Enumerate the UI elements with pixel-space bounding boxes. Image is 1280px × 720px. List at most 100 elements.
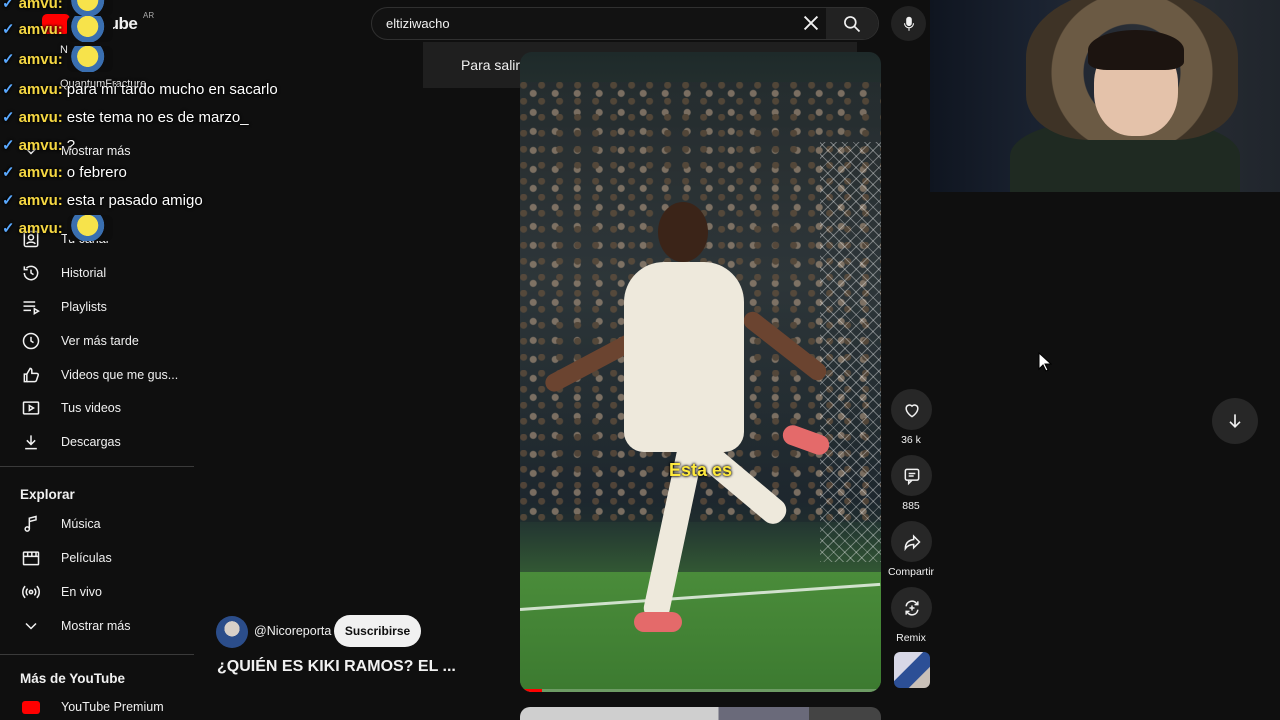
like-button[interactable]	[891, 389, 932, 430]
video-icon	[20, 397, 42, 419]
chat-message: ✓ amvu: esta r pasado amigo	[2, 189, 203, 211]
video-player-figure	[634, 612, 682, 632]
sidebar-item-ver-mas-tarde[interactable]: Ver más tarde	[0, 324, 194, 358]
chat-username: amvu:	[18, 50, 63, 68]
chat-message: ✓ amvu:	[2, 46, 113, 72]
sidebar-item-label: Descargas	[61, 435, 121, 449]
video-pitch	[520, 572, 881, 692]
sidebar-item-label: YouTube Premium	[61, 700, 164, 714]
chat-username: amvu:	[18, 20, 63, 38]
sidebar-heading-more-youtube: Más de YouTube	[20, 671, 126, 686]
chat-message: ✓ amvu: o febrero	[2, 161, 127, 183]
sidebar-item-label: Videos que me gus...	[61, 368, 179, 382]
video-caption: Esta es	[668, 460, 733, 480]
streamer-webcam	[930, 0, 1280, 192]
video-title[interactable]: ¿QUIÉN ES KIKI RAMOS? EL ...	[217, 658, 456, 676]
sidebar-item-en-vivo[interactable]: En vivo	[0, 575, 194, 609]
search-button[interactable]	[826, 8, 878, 39]
arrow-down-icon	[1229, 414, 1241, 429]
sidebar-item-musica[interactable]: Música	[0, 507, 194, 541]
sidebar-item-label: Historial	[61, 266, 107, 280]
comment-icon	[904, 468, 919, 485]
channel-handle[interactable]: @Nicoreporta	[254, 624, 331, 638]
sidebar-item-label: Música	[61, 517, 101, 531]
microphone-icon	[903, 16, 914, 31]
share-button[interactable]	[891, 521, 932, 562]
emote-icon	[66, 0, 113, 16]
emote-icon	[66, 16, 113, 42]
chat-text: o febrero	[66, 163, 127, 181]
verified-check-icon: ✓	[2, 0, 15, 12]
search-input[interactable]: eltiziwacho	[386, 16, 450, 31]
verified-check-icon: ✓	[2, 81, 15, 98]
sidebar-item-peliculas[interactable]: Películas	[0, 541, 194, 575]
voice-search-button[interactable]	[891, 6, 926, 41]
chat-username: amvu:	[18, 163, 63, 181]
sidebar-heading-explore: Explorar	[20, 487, 75, 502]
sidebar-item-mostrar-mas[interactable]: Mostrar más	[0, 609, 194, 643]
sidebar-item-label: Playlists	[61, 300, 107, 314]
shorts-video-player[interactable]: Esta es	[520, 52, 881, 692]
remix-label: Remix	[896, 632, 926, 644]
emote-icon	[66, 46, 113, 72]
clapperboard-icon	[20, 547, 42, 569]
clock-icon	[20, 330, 42, 352]
sidebar-item-playlists[interactable]: Playlists	[0, 290, 194, 324]
chat-message: ✓ amvu:	[2, 215, 113, 241]
verified-check-icon: ✓	[2, 51, 15, 68]
remix-button[interactable]	[891, 587, 932, 628]
chevron-down-icon	[20, 615, 42, 637]
heart-icon	[904, 403, 919, 418]
verified-check-icon: ✓	[2, 164, 15, 181]
like-count: 36 k	[901, 434, 921, 446]
chat-username: amvu:	[18, 0, 63, 12]
video-goal-net	[820, 142, 881, 562]
chat-message: ✓ amvu: ?	[2, 134, 75, 156]
verified-check-icon: ✓	[2, 192, 15, 209]
close-icon[interactable]	[800, 12, 822, 34]
music-icon	[20, 513, 42, 535]
sidebar-item-label: En vivo	[61, 585, 102, 599]
verified-check-icon: ✓	[2, 21, 15, 38]
video-progress-bar[interactable]	[520, 689, 881, 692]
chat-message: ✓ amvu: para mi tardo mucho en sacarlo	[2, 78, 278, 100]
youtube-premium-icon	[20, 696, 42, 718]
sidebar-item-liked-videos[interactable]: Videos que me gus...	[0, 358, 194, 392]
sidebar-item-label: Ver más tarde	[61, 334, 139, 348]
chat-text: este tema no es de marzo_	[66, 108, 249, 126]
sidebar-divider	[0, 654, 194, 655]
thumbs-up-icon	[20, 364, 42, 386]
live-icon	[20, 581, 42, 603]
chat-overlay: ✓ amvu: ✓ amvu: ✓ amvu: ✓ amvu: para mi …	[0, 0, 330, 241]
subscribe-button[interactable]: Suscribirse	[334, 615, 421, 647]
verified-check-icon: ✓	[2, 109, 15, 126]
chat-username: amvu:	[18, 219, 63, 237]
chat-text: ?	[66, 136, 76, 154]
chat-username: amvu:	[18, 108, 63, 126]
playlist-icon	[20, 296, 42, 318]
next-short-thumbnail[interactable]	[520, 707, 881, 720]
sound-source-thumbnail[interactable]	[894, 652, 930, 688]
video-player-figure	[624, 262, 744, 452]
sidebar-item-historial[interactable]: Historial	[0, 256, 194, 290]
verified-check-icon: ✓	[2, 220, 15, 237]
comment-count: 885	[902, 500, 920, 512]
webcam-figure	[1088, 30, 1184, 70]
sidebar-item-label: Películas	[61, 551, 112, 565]
sidebar-item-descargas[interactable]: Descargas	[0, 425, 194, 459]
sidebar-item-youtube-premium[interactable]: YouTube Premium	[0, 690, 194, 720]
chat-message: ✓ amvu: este tema no es de marzo_	[2, 106, 249, 128]
video-player-figure	[658, 202, 708, 262]
remix-icon	[904, 600, 919, 615]
chat-text: para mi tardo mucho en sacarlo	[66, 80, 278, 98]
sidebar-item-label: Mostrar más	[61, 619, 131, 633]
sidebar-item-tus-videos[interactable]: Tus videos	[0, 391, 194, 425]
emote-icon	[66, 215, 113, 241]
share-icon	[904, 533, 921, 551]
channel-avatar[interactable]	[216, 616, 248, 648]
next-short-button[interactable]	[1212, 398, 1258, 444]
comments-button[interactable]	[891, 455, 932, 496]
sidebar-item-label: Tus videos	[61, 401, 121, 415]
chat-username: amvu:	[18, 136, 63, 154]
chat-username: amvu:	[18, 191, 63, 209]
